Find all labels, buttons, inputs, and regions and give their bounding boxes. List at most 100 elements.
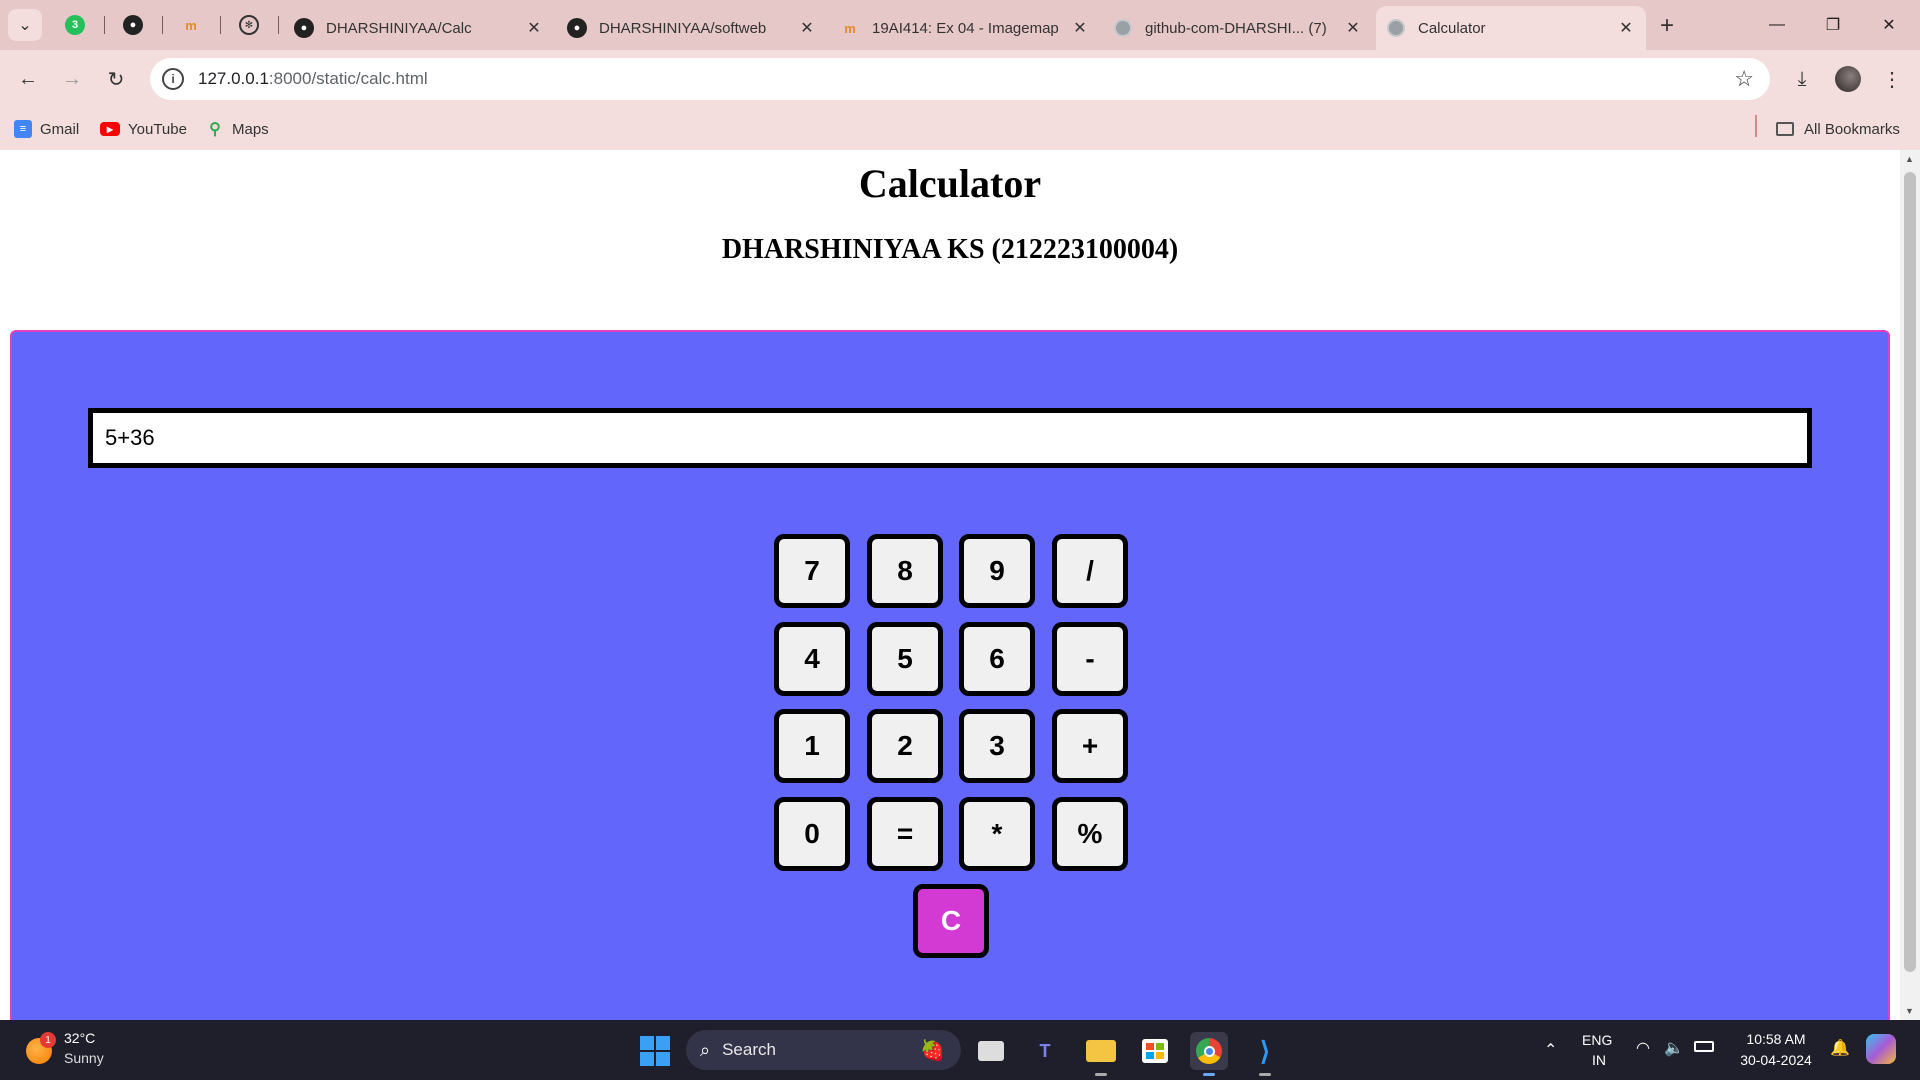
notification-bell-icon[interactable]: 🔔	[1830, 1038, 1850, 1058]
clock-time[interactable]: 10:58 AM	[1736, 1031, 1816, 1047]
tab-separator	[104, 16, 105, 34]
key-multiply[interactable]: *	[959, 797, 1035, 871]
vscode-icon[interactable]: ⟩	[1246, 1032, 1284, 1076]
pinned-tab-whatsapp[interactable]: 3	[62, 12, 88, 38]
pinned-tab-github[interactable]: ●	[120, 12, 146, 38]
search-icon: ⌕	[700, 1039, 711, 1060]
key-5[interactable]: 5	[867, 622, 943, 696]
browser-tab-bar: ⌄ 3 ● m ✻ ● DHARSHINIYAA/Calc ✕ ● DHARSH…	[0, 0, 1920, 50]
start-button[interactable]	[640, 1036, 670, 1066]
chrome-icon[interactable]	[1190, 1032, 1228, 1076]
wifi-icon[interactable]: ◠	[1636, 1038, 1650, 1058]
close-window-button[interactable]: ✕	[1864, 8, 1914, 42]
bookmark-youtube[interactable]: ▶ YouTube	[100, 116, 187, 142]
key-clear[interactable]: C	[913, 884, 989, 958]
input-language[interactable]: ENG	[1582, 1032, 1612, 1048]
reload-button[interactable]: ↻	[100, 63, 132, 95]
key-2[interactable]: 2	[867, 709, 943, 783]
tab-label: 19AI414: Ex 04 - Imagemap	[872, 19, 1059, 37]
key-subtract[interactable]: -	[1052, 622, 1128, 696]
battery-icon[interactable]	[1694, 1039, 1714, 1055]
tab-imagemap[interactable]: m 19AI414: Ex 04 - Imagemap ✕	[830, 6, 1100, 50]
key-equals[interactable]: =	[867, 797, 943, 871]
bookmark-star-icon[interactable]: ☆	[1734, 66, 1754, 92]
input-region[interactable]: IN	[1592, 1052, 1606, 1068]
tab-label: Calculator	[1418, 19, 1486, 37]
page-viewport: Calculator DHARSHINIYAA KS (212223100004…	[0, 150, 1900, 1020]
pinned-tab-moodle[interactable]: m	[178, 12, 204, 38]
back-button[interactable]: ←	[12, 63, 44, 95]
key-3[interactable]: 3	[959, 709, 1035, 783]
whatsapp-icon: 3	[65, 15, 85, 35]
bookmark-label: YouTube	[128, 120, 187, 138]
url-path: :8000/static/calc.html	[268, 69, 428, 88]
calculator-display[interactable]: 5+36	[88, 408, 1812, 468]
all-bookmarks-label: All Bookmarks	[1804, 120, 1900, 138]
key-add[interactable]: +	[1052, 709, 1128, 783]
weather-condition[interactable]: Sunny	[64, 1050, 104, 1066]
maps-icon: ⚲	[209, 121, 221, 138]
copilot-icon[interactable]	[1866, 1034, 1896, 1064]
profile-avatar[interactable]	[1832, 63, 1864, 95]
tab-calc-repo[interactable]: ● DHARSHINIYAA/Calc ✕	[284, 6, 554, 50]
weather-temperature[interactable]: 32°C	[64, 1030, 95, 1046]
tab-label: github-com-DHARSHI... (7)	[1145, 19, 1327, 37]
close-tab-icon[interactable]: ✕	[797, 18, 817, 38]
task-view-icon[interactable]	[972, 1032, 1010, 1070]
key-6[interactable]: 6	[959, 622, 1035, 696]
minimize-button[interactable]: —	[1752, 8, 1802, 42]
clock-date[interactable]: 30-04-2024	[1736, 1052, 1816, 1068]
close-tab-icon[interactable]: ✕	[1343, 18, 1363, 38]
restore-button[interactable]: ❐	[1808, 8, 1858, 42]
key-divide[interactable]: /	[1052, 534, 1128, 608]
all-bookmarks-button[interactable]: All Bookmarks	[1776, 116, 1900, 142]
key-7[interactable]: 7	[774, 534, 850, 608]
more-menu-icon[interactable]: ⋮	[1876, 63, 1908, 95]
key-percent[interactable]: %	[1052, 797, 1128, 871]
key-4[interactable]: 4	[774, 622, 850, 696]
bookmarks-separator	[1755, 115, 1757, 137]
taskbar: 1 32°C Sunny ⌕ Search 🍓 T ⟩ ⌃ ENG IN ◠ 🔈…	[0, 1020, 1920, 1080]
close-tab-icon[interactable]: ✕	[524, 18, 544, 38]
tab-label: DHARSHINIYAA/softweb	[599, 19, 767, 37]
key-8[interactable]: 8	[867, 534, 943, 608]
github-icon: ●	[567, 18, 587, 38]
volume-icon[interactable]: 🔈	[1664, 1038, 1684, 1058]
youtube-icon: ▶	[100, 122, 120, 136]
tab-github-com[interactable]: github-com-DHARSHI... (7) ✕	[1103, 6, 1373, 50]
bookmark-gmail[interactable]: ≡ Gmail	[14, 116, 79, 142]
key-1[interactable]: 1	[774, 709, 850, 783]
scroll-down-icon[interactable]: ▼	[1905, 1006, 1914, 1016]
bookmark-label: Gmail	[40, 120, 80, 138]
scrollbar-thumb[interactable]	[1904, 172, 1916, 972]
address-bar[interactable]: i 127.0.0.1:8000/static/calc.html ☆	[150, 58, 1770, 100]
scroll-up-icon[interactable]: ▲	[1905, 154, 1914, 164]
file-explorer-icon[interactable]	[1082, 1032, 1120, 1076]
download-icon[interactable]: ⤓	[1786, 63, 1818, 95]
tab-separator	[278, 16, 279, 34]
folder-icon	[1776, 122, 1794, 136]
gmail-icon: ≡	[14, 120, 32, 138]
close-tab-icon[interactable]: ✕	[1616, 18, 1636, 38]
site-info-icon[interactable]: i	[162, 68, 184, 90]
teams-icon[interactable]: T	[1026, 1032, 1064, 1070]
bookmark-maps[interactable]: ⚲ Maps	[206, 116, 269, 142]
tab-softweb-repo[interactable]: ● DHARSHINIYAA/softweb ✕	[557, 6, 827, 50]
page-scrollbar[interactable]: ▲ ▼	[1900, 150, 1920, 1020]
key-0[interactable]: 0	[774, 797, 850, 871]
tray-chevron-icon[interactable]: ⌃	[1544, 1040, 1557, 1060]
tab-separator	[220, 16, 221, 34]
tab-calculator[interactable]: Calculator ✕	[1376, 6, 1646, 50]
tab-search-button[interactable]: ⌄	[8, 9, 42, 41]
key-9[interactable]: 9	[959, 534, 1035, 608]
pinned-tab-chatgpt[interactable]: ✻	[236, 12, 262, 38]
forward-button[interactable]: →	[56, 63, 88, 95]
taskbar-search[interactable]: ⌕ Search 🍓	[686, 1030, 961, 1070]
globe-icon	[1113, 18, 1133, 38]
github-icon: ●	[123, 15, 143, 35]
moodle-icon: m	[185, 17, 197, 33]
close-tab-icon[interactable]: ✕	[1070, 18, 1090, 38]
new-tab-button[interactable]: +	[1652, 11, 1682, 41]
url-host: 127.0.0.1	[198, 69, 269, 88]
microsoft-store-icon[interactable]	[1136, 1032, 1174, 1070]
